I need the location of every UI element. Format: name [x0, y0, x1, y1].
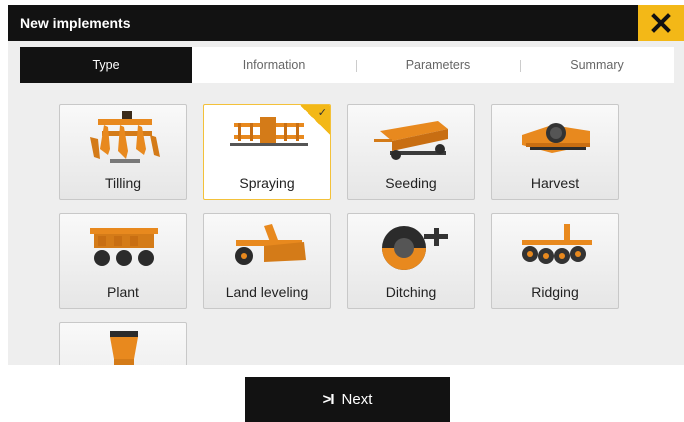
skip-next-icon: >I: [322, 391, 335, 408]
spraying-implement-image: [230, 117, 308, 146]
implement-label: Tilling: [104, 175, 142, 191]
checkmark-icon: ✓: [317, 107, 327, 119]
dialog-header: New implements: [8, 5, 684, 41]
ditching-implement-image: [382, 226, 448, 270]
ridging-implement-image: [522, 224, 592, 264]
implement-image: [110, 331, 138, 365]
tab-summary[interactable]: Summary: [520, 47, 674, 83]
wizard-steps: Type Information Parameters Summary: [20, 47, 674, 83]
tab-parameters[interactable]: Parameters: [356, 47, 520, 83]
tab-type[interactable]: Type: [20, 47, 192, 83]
implement-card-partial[interactable]: [59, 322, 187, 365]
tilling-implement-image: [90, 111, 160, 163]
implement-type-grid: Tilling Spraying ✓ Seeding Harvest Plant…: [8, 89, 684, 365]
implement-card-land-leveling[interactable]: Land leveling: [203, 213, 331, 309]
implement-card-ridging[interactable]: Ridging: [491, 213, 619, 309]
implement-label: Land leveling: [225, 284, 309, 300]
implement-card-seeding[interactable]: Seeding: [347, 104, 475, 200]
implement-card-spraying[interactable]: Spraying ✓: [203, 104, 331, 200]
implement-card-plant[interactable]: Plant: [59, 213, 187, 309]
implement-label: Harvest: [530, 175, 580, 191]
land-leveling-implement-image: [235, 224, 306, 265]
implement-card-harvest[interactable]: Harvest: [491, 104, 619, 200]
close-icon: [651, 13, 671, 33]
next-button[interactable]: >I Next: [245, 377, 450, 422]
implement-label: Spraying: [239, 175, 295, 191]
close-button[interactable]: [638, 5, 684, 41]
dialog-title: New implements: [20, 15, 131, 31]
dialog-footer: >I Next: [8, 365, 684, 422]
implement-label: Ditching: [385, 284, 437, 300]
seeding-implement-image: [374, 121, 448, 160]
implement-label: Seeding: [385, 175, 437, 191]
harvest-implement-image: [522, 123, 590, 153]
plant-implement-image: [90, 228, 158, 266]
selected-badge: ✓: [300, 105, 330, 135]
implement-card-tilling[interactable]: Tilling: [59, 104, 187, 200]
implement-card-ditching[interactable]: Ditching: [347, 213, 475, 309]
tab-information[interactable]: Information: [192, 47, 356, 83]
next-button-label: Next: [341, 391, 373, 408]
implement-label: Plant: [107, 284, 139, 300]
implement-label: Ridging: [531, 284, 579, 300]
new-implements-dialog: New implements Type Information Paramete…: [8, 5, 684, 422]
